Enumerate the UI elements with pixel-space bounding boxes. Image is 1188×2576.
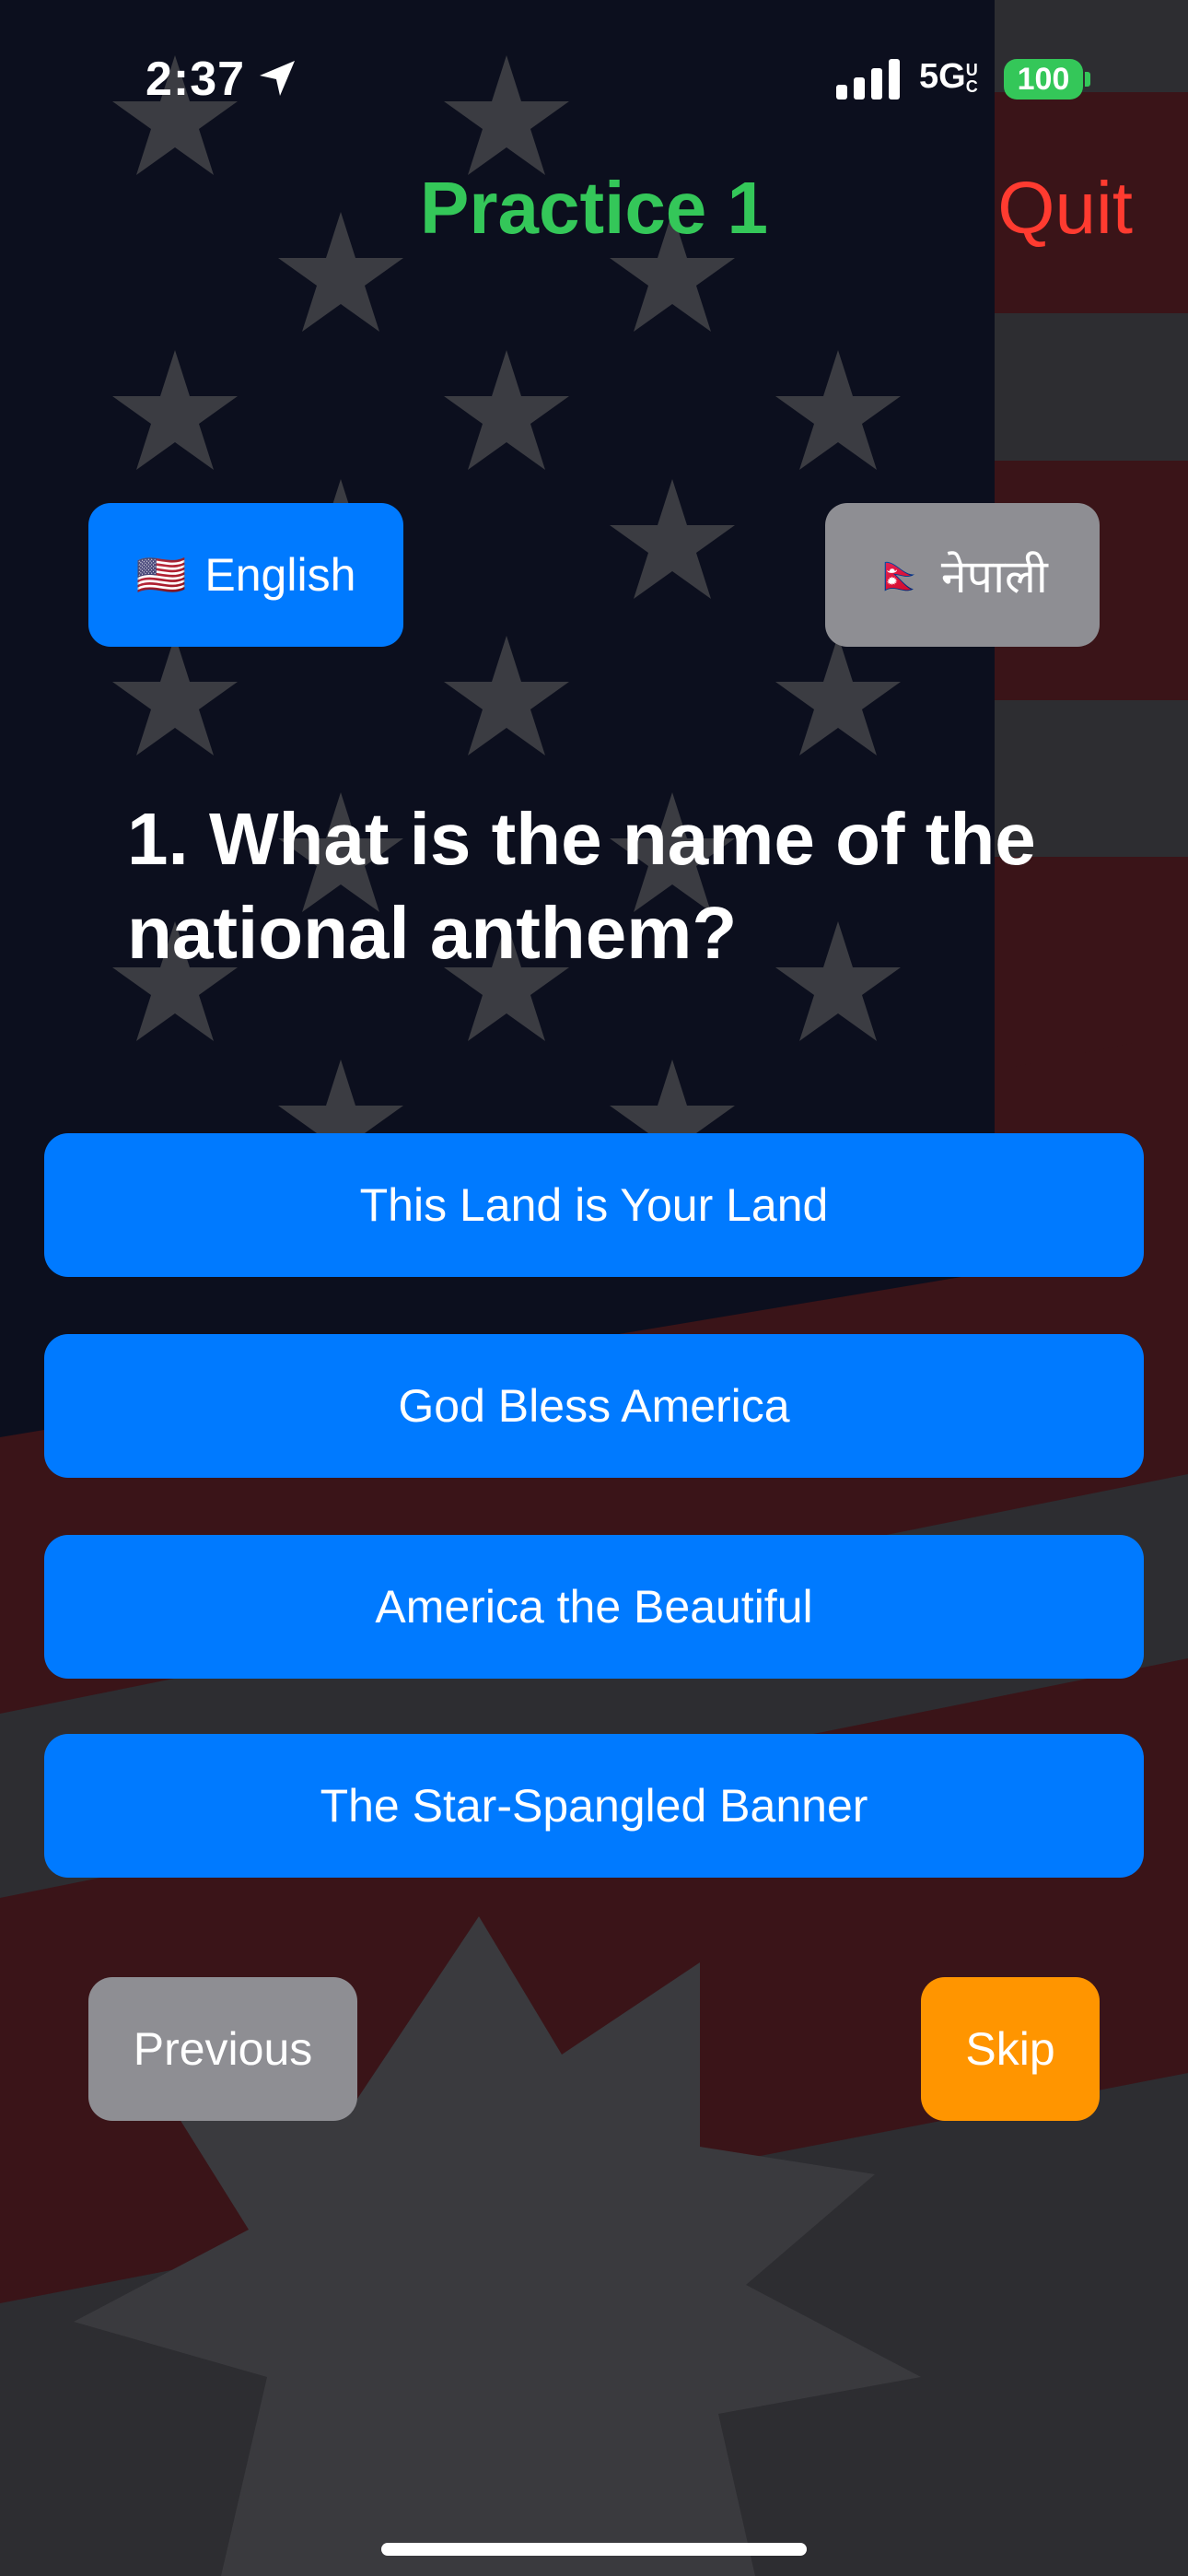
network-suffix: UC [965,60,978,96]
home-indicator[interactable] [381,2543,807,2556]
question-text: 1. What is the name of the national anth… [127,798,1036,974]
answer-option-1[interactable]: This Land is Your Land [44,1133,1144,1277]
language-english-button[interactable]: 🇺🇸 English [88,503,403,647]
battery-level: 100 [1017,61,1070,97]
battery-icon: 100 [1004,59,1083,100]
location-arrow-icon [260,61,295,96]
language-nepali-button[interactable]: 🇳🇵 नेपाली [825,503,1100,647]
status-time: 2:37 [146,53,246,106]
network-type: 5GUC [919,57,984,97]
skip-button[interactable]: Skip [921,1977,1100,2121]
flag-background-image [0,0,1188,2576]
answer-option-3[interactable]: America the Beautiful [44,1535,1144,1679]
us-flag-icon: 🇺🇸 [135,553,187,598]
battery-tip [1085,72,1090,87]
network-label: 5G [919,57,966,96]
nepal-flag-icon: 🇳🇵 [877,555,923,596]
previous-button[interactable]: Previous [88,1977,357,2121]
flag-background [0,0,1188,2576]
cellular-signal-icon [836,59,900,100]
language-english-label: English [204,549,356,601]
quit-button[interactable]: Quit [997,166,1133,251]
answer-option-4[interactable]: The Star-Spangled Banner [44,1734,1144,1878]
language-nepali-label: नेपाली [940,551,1048,603]
answer-option-2[interactable]: God Bless America [44,1334,1144,1478]
